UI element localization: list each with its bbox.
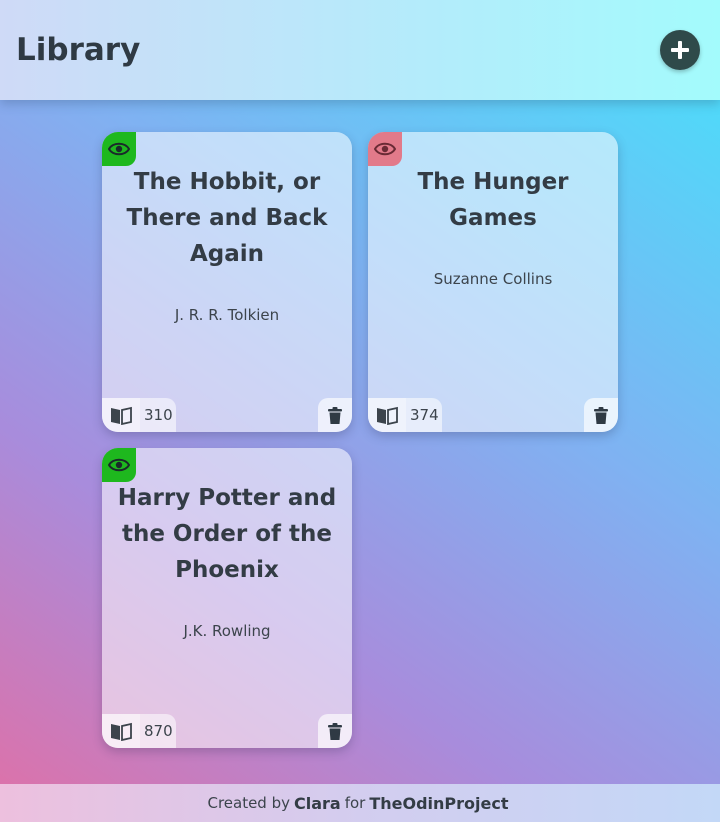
page-count: 310	[102, 398, 176, 432]
book-card: Harry Potter and the Order of the Phoeni…	[102, 448, 352, 748]
trash-icon	[328, 722, 342, 740]
header: Library	[0, 0, 720, 100]
read-toggle-button[interactable]	[102, 132, 136, 166]
delete-button[interactable]	[318, 714, 352, 748]
delete-button[interactable]	[584, 398, 618, 432]
open-book-icon	[368, 398, 406, 432]
read-toggle-button[interactable]	[102, 448, 136, 482]
book-title: Harry Potter and the Order of the Phoeni…	[117, 485, 337, 583]
page-count-value: 374	[410, 406, 439, 424]
book-title: The Hunger Games	[417, 169, 569, 231]
footer-for: for	[344, 794, 366, 812]
add-book-button[interactable]	[660, 30, 700, 70]
book-card: The Hunger Games Suzanne Collins 374	[368, 132, 618, 432]
eye-icon	[108, 142, 130, 156]
delete-button[interactable]	[318, 398, 352, 432]
page-count: 374	[368, 398, 442, 432]
page-count-value: 870	[144, 722, 173, 740]
book-author: J. R. R. Tolkien	[174, 306, 280, 324]
trash-icon	[594, 406, 608, 424]
read-toggle-button[interactable]	[368, 132, 402, 166]
page-count: 870	[102, 714, 176, 748]
book-card: The Hobbit, or There and Back Again J. R…	[102, 132, 352, 432]
trash-icon	[328, 406, 342, 424]
eye-icon	[374, 142, 396, 156]
book-title: The Hobbit, or There and Back Again	[126, 169, 328, 267]
footer-created-by: Created by	[207, 794, 290, 812]
open-book-icon	[102, 398, 140, 432]
footer-org-link[interactable]: TheOdinProject	[369, 794, 508, 813]
eye-icon	[108, 458, 130, 472]
plus-icon	[671, 41, 689, 59]
footer: Created by Clara for TheOdinProject	[0, 784, 720, 822]
book-author: J.K. Rowling	[183, 622, 271, 640]
page-title: Library	[16, 32, 141, 68]
book-author: Suzanne Collins	[433, 270, 553, 288]
footer-author-link[interactable]: Clara	[294, 794, 341, 813]
page-count-value: 310	[144, 406, 173, 424]
open-book-icon	[102, 714, 140, 748]
